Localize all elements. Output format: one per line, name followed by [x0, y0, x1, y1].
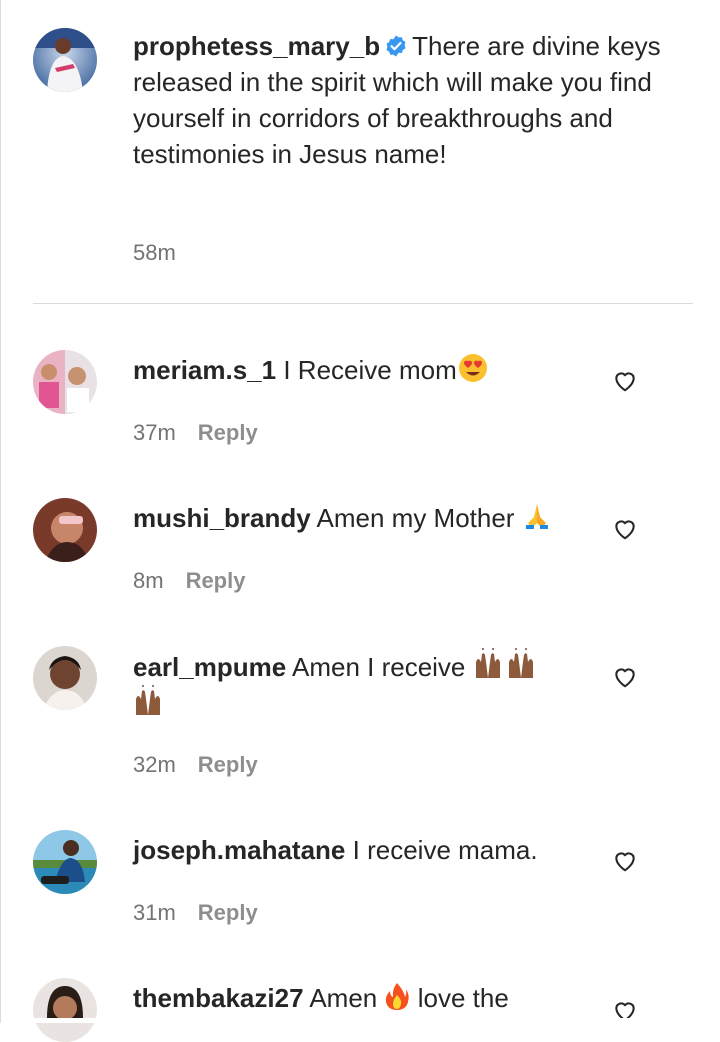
- commenter-avatar[interactable]: [33, 350, 97, 414]
- comment-username[interactable]: earl_mpume: [133, 652, 286, 682]
- comment-username[interactable]: joseph.mahatane: [133, 835, 345, 865]
- verified-badge-icon: [384, 34, 408, 58]
- reply-button[interactable]: Reply: [186, 568, 246, 593]
- post-caption: prophetess_mary_b There are divine keys r…: [133, 28, 673, 172]
- comment-username[interactable]: thembakazi27: [133, 983, 304, 1013]
- like-heart-icon[interactable]: [612, 516, 638, 542]
- reply-button[interactable]: Reply: [198, 420, 258, 445]
- commenter-avatar[interactable]: [33, 498, 97, 562]
- like-heart-icon[interactable]: [612, 848, 638, 874]
- commenter-avatar[interactable]: [33, 978, 97, 1042]
- caption-divider: [33, 303, 693, 304]
- commenter-avatar[interactable]: [33, 830, 97, 894]
- comment-message: I Receive mom: [283, 355, 457, 385]
- comment-username[interactable]: mushi_brandy: [133, 503, 311, 533]
- comment-text: mushi_brandy Amen my Mother: [133, 500, 573, 536]
- comment-message: Amen: [309, 983, 378, 1013]
- comment-meta: 8m Reply: [133, 568, 245, 594]
- comment-meta: 31m Reply: [133, 900, 258, 926]
- comment-timestamp: 37m: [133, 420, 176, 445]
- post-author-avatar[interactable]: [33, 28, 97, 92]
- comment-text: joseph.mahatane I receive mama.: [133, 832, 573, 868]
- comment-text: meriam.s_1 I Receive mom: [133, 352, 573, 388]
- comment-timestamp: 32m: [133, 752, 176, 777]
- fire-emoji: [384, 981, 410, 1011]
- raising-hands-emoji: [133, 685, 166, 717]
- comment-text: thembakazi27 Amen love the: [133, 980, 573, 1016]
- like-heart-icon[interactable]: [612, 664, 638, 690]
- heart-eyes-emoji: [457, 353, 489, 383]
- raising-hands-emoji: [473, 648, 539, 680]
- comment-message-continued: love the: [417, 983, 509, 1013]
- bottom-edge: [1, 1018, 720, 1023]
- folded-hands-emoji: [522, 501, 552, 531]
- reply-button[interactable]: Reply: [198, 752, 258, 777]
- like-heart-icon[interactable]: [612, 368, 638, 394]
- comment-message: Amen my Mother: [316, 503, 515, 533]
- comment-text: earl_mpume Amen I receive: [133, 648, 573, 722]
- post-timestamp: 58m: [133, 240, 176, 265]
- comment-message: Amen I receive: [291, 652, 466, 682]
- reply-button[interactable]: Reply: [198, 900, 258, 925]
- comment-timestamp: 8m: [133, 568, 164, 593]
- comment-username[interactable]: meriam.s_1: [133, 355, 276, 385]
- comment-meta: 32m Reply: [133, 752, 258, 778]
- post-author-username[interactable]: prophetess_mary_b: [133, 31, 380, 61]
- commenter-avatar[interactable]: [33, 646, 97, 710]
- comment-meta: 37m Reply: [133, 420, 258, 446]
- comments-page: prophetess_mary_b There are divine keys r…: [0, 0, 720, 1042]
- comment-timestamp: 31m: [133, 900, 176, 925]
- comment-message: I receive mama.: [352, 835, 538, 865]
